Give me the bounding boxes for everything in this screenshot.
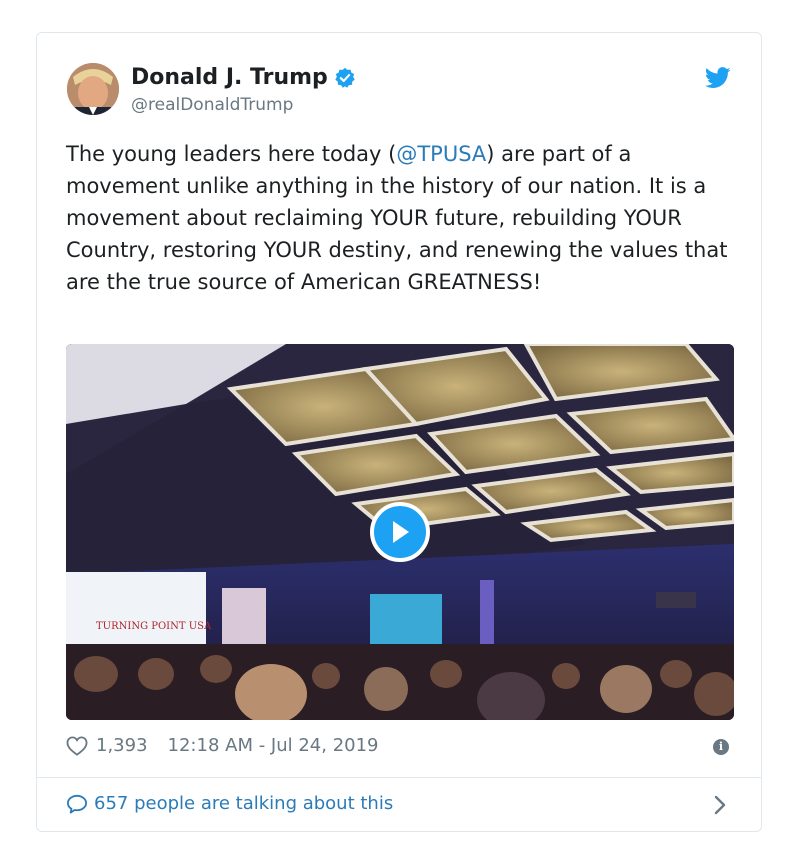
chevron-right-icon[interactable] [713, 795, 727, 815]
screen-text: TURNING POINT USA [96, 621, 212, 632]
divider [37, 777, 761, 778]
conversation-link[interactable]: 657 people are talking about this [66, 793, 393, 814]
tweet-meta: 1,393 12:18 AM - Jul 24, 2019 [66, 735, 379, 756]
comment-bubble-icon [67, 794, 87, 814]
twitter-bird-icon[interactable] [705, 67, 731, 89]
mention-link[interactable]: @TPUSA [396, 142, 486, 166]
embedded-tweet-card: Donald J. Trump @realDonaldTrump The you… [36, 32, 762, 832]
author-name[interactable]: Donald J. Trump [131, 65, 356, 90]
info-icon[interactable]: i [713, 739, 729, 755]
like-count[interactable]: 1,393 [96, 735, 148, 756]
video-thumbnail[interactable]: TURNING POINT USA [66, 344, 734, 720]
heart-icon[interactable] [66, 735, 88, 756]
tweet-text: The young leaders here today (@TPUSA) ar… [66, 138, 746, 298]
tweet-text-part1: The young leaders here today ( [66, 142, 397, 166]
author-name-text[interactable]: Donald J. Trump [131, 65, 328, 90]
author-handle[interactable]: @realDonaldTrump [131, 95, 293, 115]
verified-badge-icon [335, 67, 355, 88]
avatar[interactable] [67, 63, 119, 115]
play-button[interactable] [370, 502, 430, 562]
timestamp-link[interactable]: 12:18 AM - Jul 24, 2019 [168, 735, 379, 756]
conversation-text[interactable]: 657 people are talking about this [94, 793, 393, 814]
play-icon [393, 521, 409, 543]
